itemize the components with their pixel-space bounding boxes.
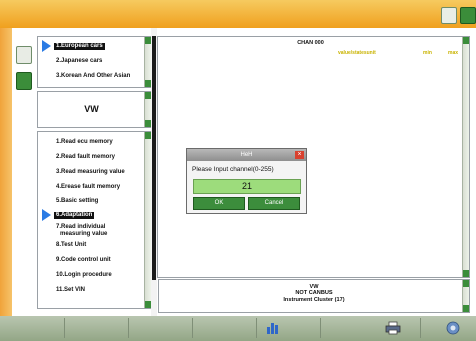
exit-icon[interactable] — [460, 7, 476, 24]
dialog-prompt: Please Input channel(0-255) — [192, 166, 274, 173]
scroll-down-icon[interactable] — [463, 270, 469, 277]
close-icon[interactable]: × — [295, 151, 304, 159]
status-line-make: VW — [309, 284, 319, 290]
list-item-korean-asian[interactable]: 3.Korean And Other Asian — [56, 73, 130, 80]
list-item-japanese-cars[interactable]: 2.Japanese cars — [56, 58, 102, 65]
tool-column — [12, 36, 34, 96]
list-item-read-ecu[interactable]: 1.Read ecu memory — [56, 139, 113, 146]
list-item-read-fault[interactable]: 2.Read fault memory — [56, 154, 115, 161]
list-item-test-unit[interactable]: 8.Test Unit — [56, 242, 86, 249]
cancel-button[interactable]: Cancel — [248, 197, 300, 210]
list-item-set-vin[interactable]: 11.Set VIN — [56, 287, 85, 294]
toolbar-divider — [192, 318, 193, 338]
printer-icon[interactable] — [385, 321, 401, 335]
data-scrollbar[interactable] — [462, 37, 469, 277]
column-min-header: min — [423, 50, 432, 56]
list-item-read-individual-2[interactable]: measuring value — [60, 231, 107, 238]
toolbar-divider — [256, 318, 257, 338]
function-scrollbar[interactable] — [144, 132, 151, 308]
list-item-adaptation[interactable]: 6.Adaptation — [54, 212, 95, 219]
chart-icon[interactable] — [266, 321, 280, 335]
channel-title: CHAN 000 — [297, 40, 324, 46]
device-icon[interactable] — [16, 72, 32, 90]
selection-arrow-icon — [42, 40, 51, 52]
dialog-title: HeH — [187, 149, 306, 161]
status-panel: VW NOT CANBUS Instrument Cluster (17) — [158, 279, 470, 313]
status-scrollbar[interactable] — [462, 280, 469, 312]
make-label: VW — [84, 104, 99, 114]
list-item-read-individual[interactable]: 7.Read individual — [56, 224, 105, 231]
left-accent-bar — [0, 28, 12, 316]
list-item-european-cars[interactable]: 1.European cars — [54, 43, 105, 50]
toolbar-divider — [64, 318, 65, 338]
top-bar — [0, 0, 476, 28]
list-item-read-measuring[interactable]: 3.Read measuring value — [56, 169, 125, 176]
toolbar-divider — [128, 318, 129, 338]
channel-dialog: HeH × Please Input channel(0-255) 21 OK … — [186, 148, 307, 214]
function-list: 1.Read ecu memory 2.Read fault memory 3.… — [37, 131, 152, 309]
splitter-handle[interactable] — [152, 36, 156, 280]
scroll-down-icon[interactable] — [463, 305, 469, 312]
ok-button[interactable]: OK — [193, 197, 245, 210]
toolbar-divider — [420, 318, 421, 338]
list-item-code-control[interactable]: 9.Code control unit — [56, 257, 111, 264]
selection-arrow-icon — [42, 209, 51, 221]
channel-input[interactable]: 21 — [193, 179, 301, 194]
list-item-basic-setting[interactable]: 5.Basic setting — [56, 198, 98, 205]
list-item-erase-fault[interactable]: 4.Erease fault memory — [56, 184, 120, 191]
scroll-up-icon[interactable] — [463, 280, 469, 287]
column-value-header: value/statesunit — [338, 50, 376, 56]
category-list: 1.European cars 2.Japanese cars 3.Korean… — [37, 36, 152, 88]
pencil-icon[interactable] — [16, 46, 32, 64]
category-scrollbar[interactable] — [144, 37, 151, 87]
bottom-toolbar — [0, 316, 476, 341]
toolbar-divider — [320, 318, 321, 338]
column-max-header: max — [448, 50, 459, 56]
edit-icon[interactable] — [441, 7, 457, 24]
scroll-up-icon[interactable] — [463, 37, 469, 44]
make-scrollbar[interactable] — [144, 92, 151, 127]
status-line-module: Instrument Cluster (17) — [283, 296, 345, 303]
list-item-login[interactable]: 10.Login procedure — [56, 272, 112, 279]
make-panel: VW — [37, 91, 152, 128]
settings-icon[interactable] — [446, 321, 460, 335]
